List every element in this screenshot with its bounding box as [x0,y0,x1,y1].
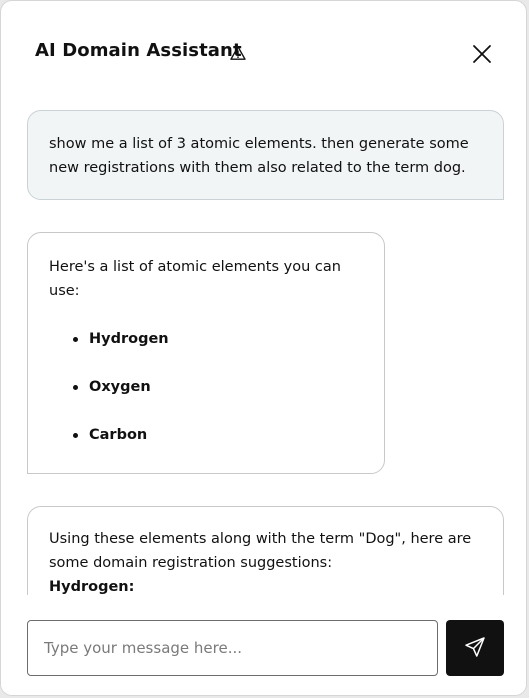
assistant-message: Here's a list of atomic elements you can… [27,232,385,474]
panel-title: AI Domain Assistant [35,40,242,61]
bullet-icon [73,433,78,438]
list-item: Carbon [49,423,364,471]
list-item: Hydrogen [49,327,364,375]
assistant-subheading: Hydrogen: [49,579,135,595]
composer [1,595,526,695]
close-button[interactable] [471,43,493,65]
panel-header: AI Domain Assistant [1,1,526,97]
list-item-label: Hydrogen [89,331,169,347]
close-icon [471,45,493,69]
assistant-text-line: some domain registration suggestions: [49,555,333,571]
send-button[interactable] [446,620,504,676]
assistant-intro-text: Here's a list of atomic elements you can… [49,259,341,299]
ai-assistant-panel: AI Domain Assistant show me a list of 3 … [0,0,527,696]
list-item-label: Oxygen [89,379,151,395]
user-message: show me a list of 3 atomic elements. the… [27,110,504,200]
list-item: Oxygen [49,375,364,423]
warning-triangle-icon [230,45,246,61]
message-list[interactable]: show me a list of 3 atomic elements. the… [1,97,526,595]
assistant-text-line: Using these elements along with the term… [49,531,472,547]
user-message-line: new registrations with them also related… [49,160,466,176]
list-item-label: Carbon [89,427,148,443]
user-message-line: show me a list of 3 atomic elements. the… [49,136,469,152]
send-icon [464,636,486,661]
bullet-icon [73,385,78,390]
bullet-icon [73,337,78,342]
element-list: Hydrogen Oxygen Carbon [49,327,364,471]
message-input[interactable] [27,620,438,676]
assistant-message: Using these elements along with the term… [27,506,504,595]
